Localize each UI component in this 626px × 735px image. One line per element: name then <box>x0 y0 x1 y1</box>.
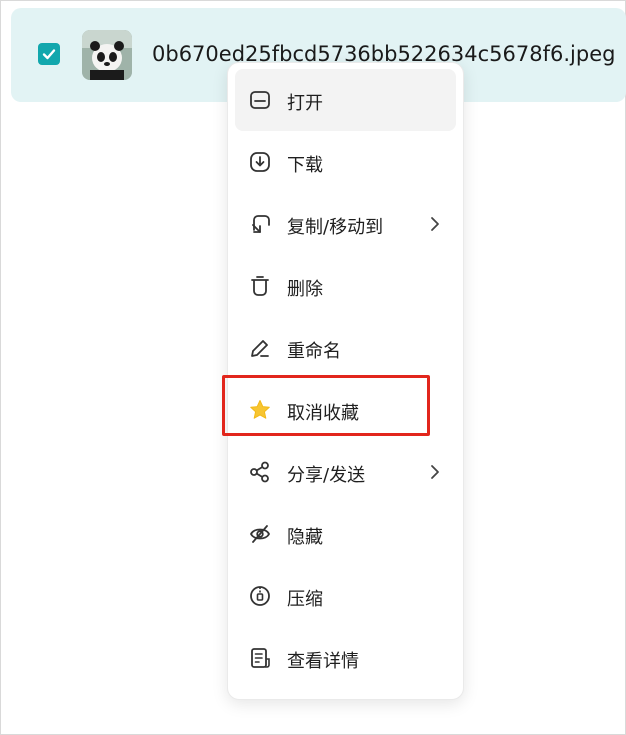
check-icon <box>42 49 56 60</box>
download-icon <box>250 152 270 172</box>
copy-move-icon <box>252 215 270 233</box>
menu-item-label: 查看详情 <box>287 651 359 672</box>
menu-item-copy-move[interactable]: 复制/移动到 <box>235 193 456 255</box>
menu-item-label: 下载 <box>287 155 323 176</box>
menu-item-rename[interactable]: 重命名 <box>235 317 456 379</box>
menu-item-label: 复制/移动到 <box>287 217 384 238</box>
open-icon <box>250 91 270 109</box>
menu-item-details[interactable]: 查看详情 <box>235 627 456 689</box>
menu-item-download[interactable]: 下载 <box>235 131 456 193</box>
highlight-box <box>222 375 430 436</box>
details-icon <box>251 648 270 668</box>
eye-off-icon <box>249 525 271 543</box>
menu-item-label: 压缩 <box>287 589 323 610</box>
file-checkbox[interactable] <box>38 43 60 65</box>
menu-item-label: 隐藏 <box>287 527 323 548</box>
chevron-right-icon <box>431 217 439 231</box>
panda-thumbnail-icon <box>82 30 132 80</box>
pencil-icon <box>251 340 269 357</box>
chevron-right-icon <box>431 465 439 479</box>
menu-item-label: 重命名 <box>287 341 341 362</box>
menu-item-share[interactable]: 分享/发送 <box>235 441 456 503</box>
menu-item-hide[interactable]: 隐藏 <box>235 503 456 565</box>
menu-item-open[interactable]: 打开 <box>235 69 456 131</box>
menu-item-compress[interactable]: 压缩 <box>235 565 456 627</box>
menu-item-label: 分享/发送 <box>287 465 366 486</box>
trash-icon <box>251 276 269 296</box>
share-icon <box>250 461 269 483</box>
file-thumbnail <box>82 30 132 80</box>
menu-item-delete[interactable]: 删除 <box>235 255 456 317</box>
menu-item-label: 删除 <box>287 279 323 300</box>
compress-icon <box>250 586 270 606</box>
menu-item-label: 打开 <box>287 93 323 114</box>
